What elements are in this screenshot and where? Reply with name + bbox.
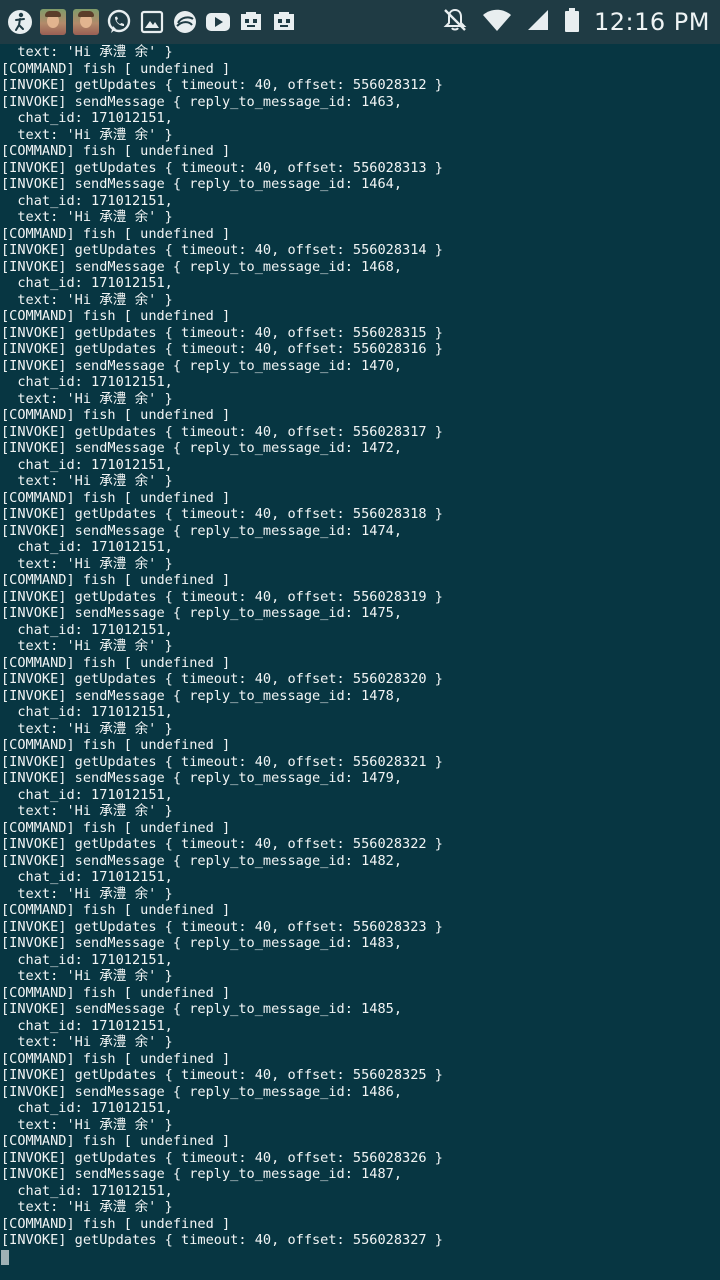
log-line: chat_id: 171012151, [1, 374, 173, 390]
status-bar: 12:16 PM [0, 0, 720, 44]
log-line: text: 'Hi 承澧 余' } [1, 555, 173, 572]
log-line: chat_id: 171012151, [1, 1182, 173, 1199]
log-line: [INVOKE] sendMessage { reply_to_message_… [1, 522, 403, 539]
log-line: [INVOKE] getUpdates { timeout: 40, offse… [1, 77, 443, 93]
battery-icon [564, 7, 580, 38]
log-line: [COMMAND] fish [ undefined ] [1, 902, 231, 918]
log-line: chat_id: 171012151, [1, 869, 173, 885]
log-line: [INVOKE] sendMessage { reply_to_message_… [1, 605, 403, 621]
log-line: [COMMAND] fish [ undefined ] [1, 60, 231, 77]
log-line: [INVOKE] getUpdates { timeout: 40, offse… [1, 918, 443, 935]
log-line: text: 'Hi 承澧 余' } [1, 1199, 173, 1215]
log-line: [INVOKE] sendMessage { reply_to_message_… [1, 440, 403, 456]
gallery-icon[interactable] [138, 8, 166, 36]
log-line: [COMMAND] fish [ undefined ] [1, 1133, 231, 1149]
log-line: [INVOKE] sendMessage { reply_to_message_… [1, 1001, 403, 1017]
log-line: text: 'Hi 承澧 余' } [1, 126, 173, 143]
log-line: [INVOKE] getUpdates { timeout: 40, offse… [1, 159, 443, 176]
wifi-icon [482, 8, 512, 37]
log-line: chat_id: 171012151, [1, 786, 173, 803]
log-line: [COMMAND] fish [ undefined ] [1, 737, 231, 753]
log-line: [COMMAND] fish [ undefined ] [1, 1050, 231, 1067]
log-line: [INVOKE] getUpdates { timeout: 40, offse… [1, 1232, 443, 1248]
log-line: [INVOKE] getUpdates { timeout: 40, offse… [1, 423, 443, 440]
log-line: [INVOKE] sendMessage { reply_to_message_… [1, 687, 403, 704]
log-line: [COMMAND] fish [ undefined ] [1, 819, 231, 836]
log-line: text: 'Hi 承澧 余' } [1, 968, 173, 984]
mute-icon [442, 7, 468, 38]
log-line: [INVOKE] getUpdates { timeout: 40, offse… [1, 341, 443, 357]
contact-avatar-icon[interactable] [39, 8, 67, 36]
log-line: chat_id: 171012151, [1, 1100, 173, 1116]
log-line: [COMMAND] fish [ undefined ] [1, 489, 231, 506]
log-line: text: 'Hi 承澧 余' } [1, 44, 173, 60]
notification-icons [6, 6, 298, 38]
log-line: [INVOKE] sendMessage { reply_to_message_… [1, 93, 403, 110]
log-line: [INVOKE] getUpdates { timeout: 40, offse… [1, 1067, 443, 1083]
log-line: chat_id: 171012151, [1, 621, 173, 638]
log-line: text: 'Hi 承澧 余' } [1, 209, 173, 225]
log-line: chat_id: 171012151, [1, 456, 173, 473]
log-line: chat_id: 171012151, [1, 192, 173, 209]
clock: 12:16 PM [594, 8, 710, 36]
log-line: [INVOKE] sendMessage { reply_to_message_… [1, 1083, 403, 1100]
log-line: text: 'Hi 承澧 余' } [1, 803, 173, 819]
contact-avatar-icon[interactable] [72, 8, 100, 36]
log-line: [COMMAND] fish [ undefined ] [1, 654, 231, 671]
log-line: [COMMAND] fish [ undefined ] [1, 407, 231, 423]
log-line: text: 'Hi 承澧 余' } [1, 473, 173, 489]
log-line: text: 'Hi 承澧 余' } [1, 390, 173, 407]
log-line: [INVOKE] getUpdates { timeout: 40, offse… [1, 324, 443, 341]
log-line: [INVOKE] sendMessage { reply_to_message_… [1, 176, 403, 192]
log-line: [COMMAND] fish [ undefined ] [1, 1215, 231, 1232]
game-app-icon[interactable] [237, 8, 265, 36]
log-line: [COMMAND] fish [ undefined ] [1, 308, 231, 324]
log-line: chat_id: 171012151, [1, 1017, 173, 1034]
log-line: [INVOKE] getUpdates { timeout: 40, offse… [1, 506, 443, 522]
log-line: [INVOKE] getUpdates { timeout: 40, offse… [1, 836, 443, 852]
log-line: chat_id: 171012151, [1, 951, 173, 968]
youtube-icon[interactable] [204, 8, 232, 36]
log-line: [INVOKE] sendMessage { reply_to_message_… [1, 1166, 403, 1182]
log-line: text: 'Hi 承澧 余' } [1, 291, 173, 308]
accessibility-icon[interactable] [6, 8, 34, 36]
log-line: text: 'Hi 承澧 余' } [1, 1034, 173, 1050]
log-line: chat_id: 171012151, [1, 275, 173, 291]
log-line: text: 'Hi 承澧 余' } [1, 1116, 173, 1133]
system-status: 12:16 PM [442, 0, 710, 44]
log-line: chat_id: 171012151, [1, 704, 173, 720]
log-line: chat_id: 171012151, [1, 539, 173, 555]
log-line: [COMMAND] fish [ undefined ] [1, 984, 231, 1001]
log-line: text: 'Hi 承澧 余' } [1, 885, 173, 902]
browser-icon[interactable] [171, 8, 199, 36]
log-line: [INVOKE] getUpdates { timeout: 40, offse… [1, 1149, 443, 1166]
log-line: [INVOKE] getUpdates { timeout: 40, offse… [1, 753, 443, 770]
log-line: text: 'Hi 承澧 余' } [1, 638, 173, 654]
whatsapp-icon[interactable] [105, 8, 133, 36]
log-line: [INVOKE] sendMessage { reply_to_message_… [1, 258, 403, 275]
log-line: [INVOKE] getUpdates { timeout: 40, offse… [1, 671, 443, 687]
log-line: [COMMAND] fish [ undefined ] [1, 225, 231, 242]
text-cursor [1, 1250, 9, 1265]
log-line: text: 'Hi 承澧 余' } [1, 720, 173, 737]
log-line: [COMMAND] fish [ undefined ] [1, 572, 231, 588]
log-line: [INVOKE] getUpdates { timeout: 40, offse… [1, 242, 443, 258]
log-lines: text: 'Hi 承澧 余' } [COMMAND] fish [ undefi… [0, 44, 720, 1249]
log-line: chat_id: 171012151, [1, 110, 173, 126]
log-line: [INVOKE] sendMessage { reply_to_message_… [1, 357, 403, 374]
log-line: [INVOKE] sendMessage { reply_to_message_… [1, 852, 403, 869]
terminal-output[interactable]: text: 'Hi 承澧 余' } [COMMAND] fish [ undefi… [0, 44, 720, 1280]
log-line: [INVOKE] sendMessage { reply_to_message_… [1, 770, 403, 786]
log-line: [COMMAND] fish [ undefined ] [1, 143, 231, 159]
game-app-icon[interactable] [270, 8, 298, 36]
signal-icon [526, 8, 550, 37]
log-line: [INVOKE] sendMessage { reply_to_message_… [1, 935, 403, 951]
log-line: [INVOKE] getUpdates { timeout: 40, offse… [1, 588, 443, 605]
